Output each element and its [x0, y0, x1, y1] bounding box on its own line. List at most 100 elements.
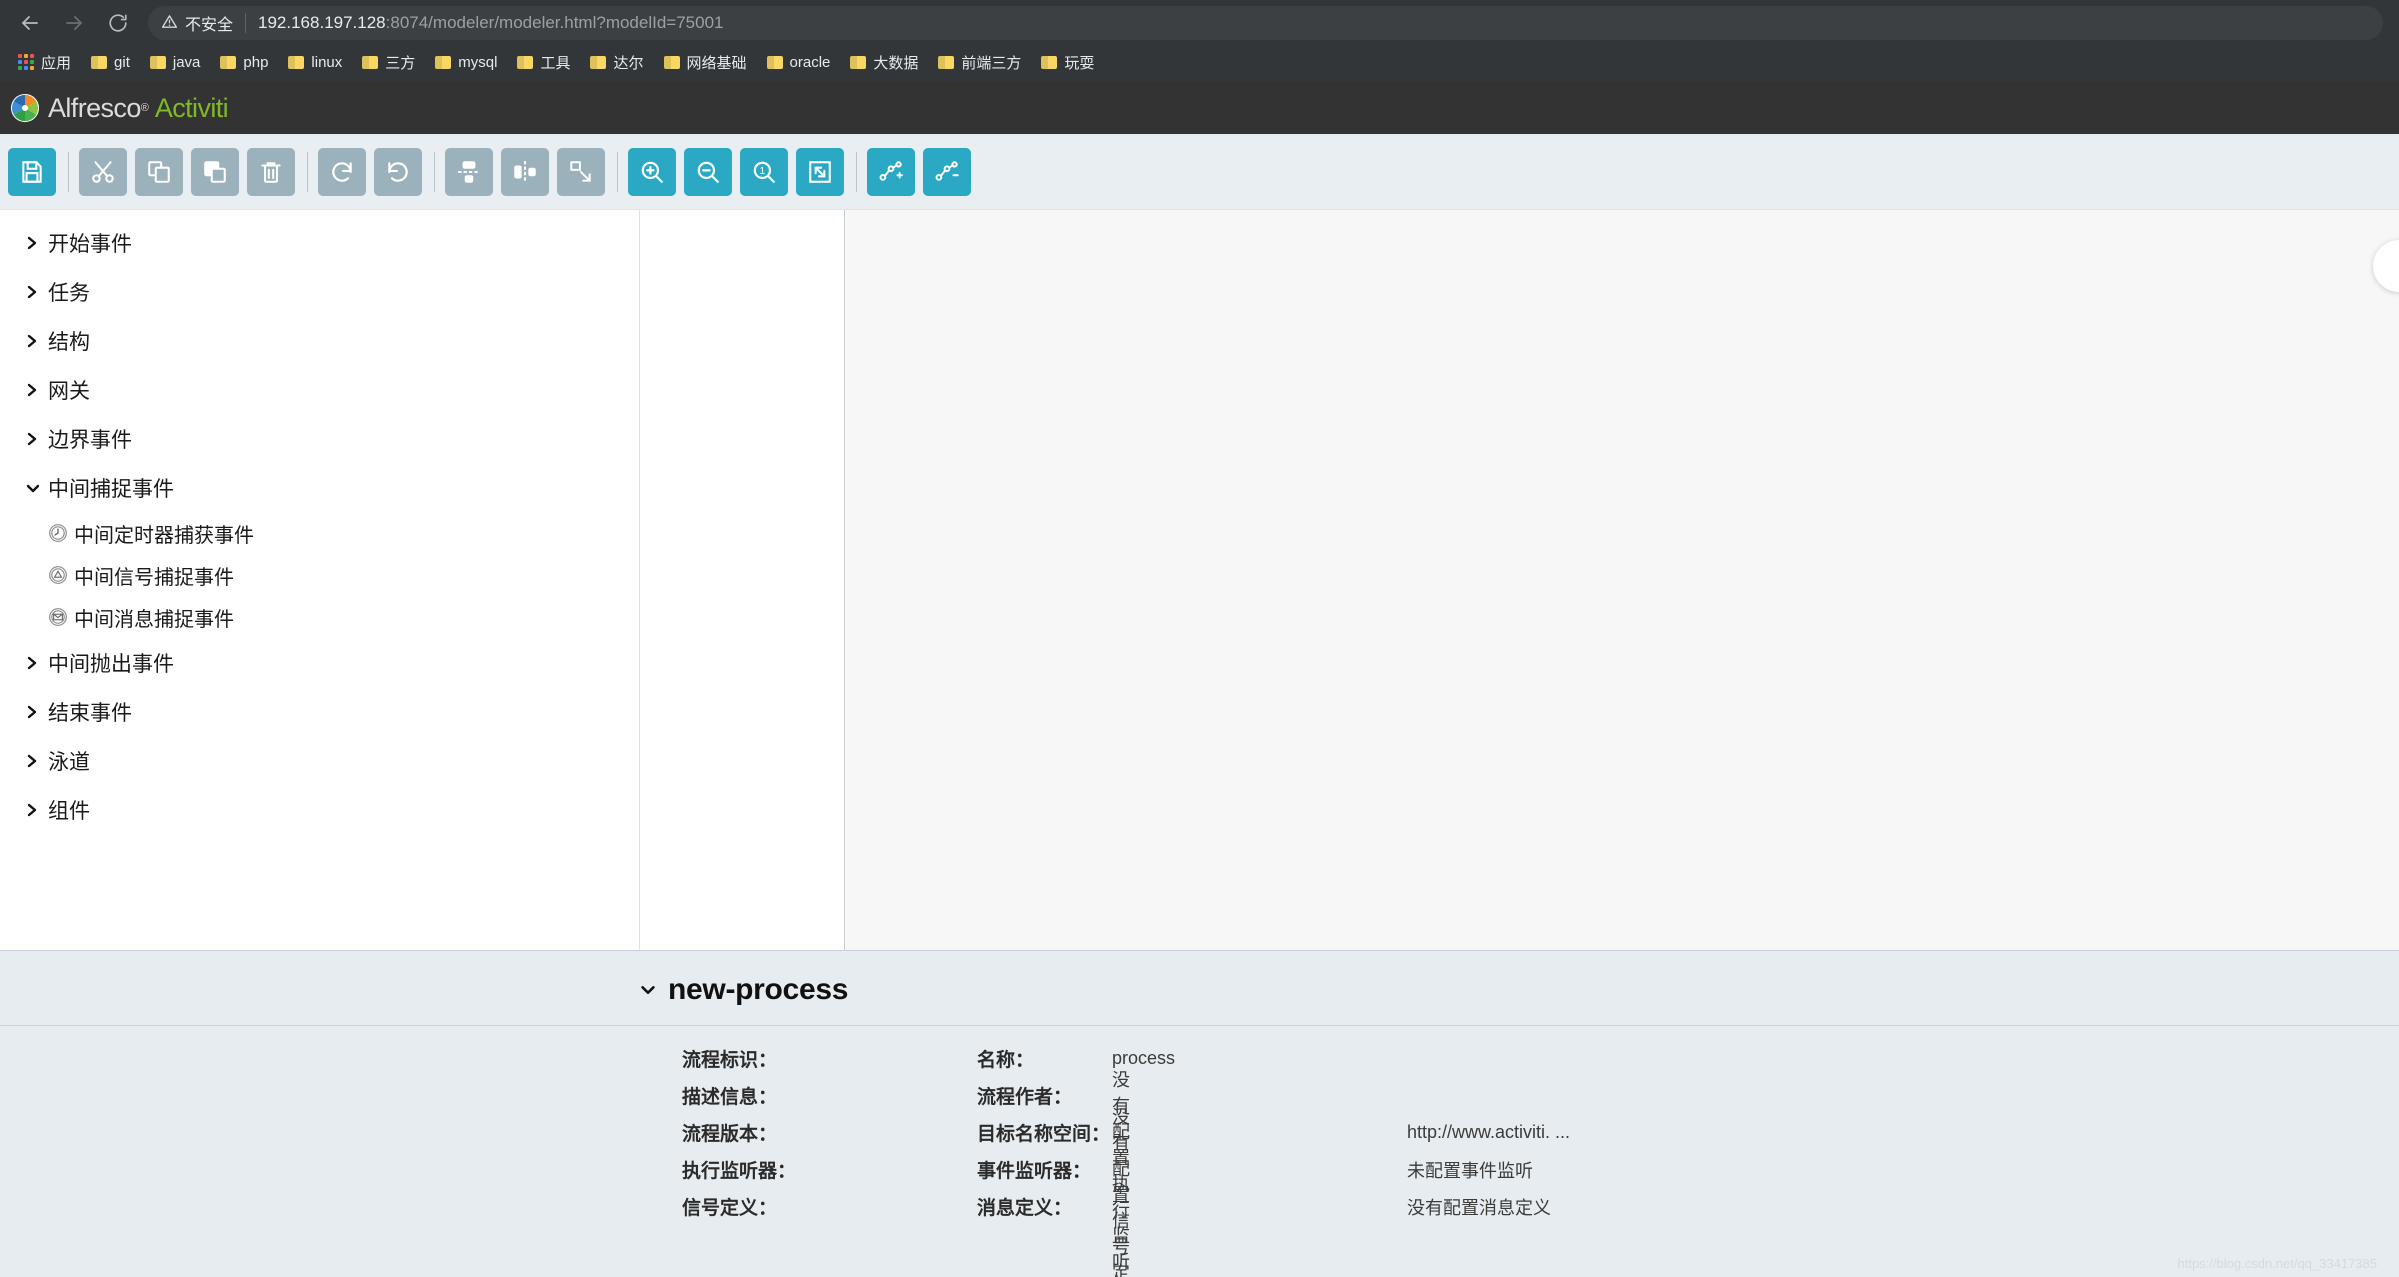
- bookmark-item[interactable]: oracle: [759, 50, 839, 75]
- zoom-out-button[interactable]: [684, 147, 732, 196]
- bookmark-label: oracle: [789, 53, 831, 71]
- workspace: 开始事件 任务 结构 网关 边界事件 中间捕捉事件 中间定时器捕获事件 中间信号…: [0, 210, 2399, 950]
- chevron-right-icon: [26, 334, 48, 348]
- bookmark-item[interactable]: 前端三方: [930, 48, 1029, 77]
- palette-group-tasks[interactable]: 任务: [0, 267, 639, 316]
- property-row: 描述信息：: [682, 1077, 935, 1114]
- paste-button[interactable]: [191, 147, 239, 196]
- bookmark-item[interactable]: linux: [280, 50, 350, 75]
- bookmark-item[interactable]: 三方: [354, 48, 423, 77]
- undo-button[interactable]: [374, 147, 422, 196]
- bookmark-item[interactable]: 达尔: [582, 48, 651, 77]
- bookmark-item[interactable]: java: [142, 50, 209, 75]
- bookmark-item[interactable]: 工具: [509, 48, 578, 77]
- toolbar-divider: [68, 151, 69, 192]
- timer-event-icon: [48, 522, 74, 544]
- toolbar-divider: [434, 151, 435, 192]
- palette-group-boundary-events[interactable]: 边界事件: [0, 414, 639, 463]
- svg-text:1: 1: [760, 166, 765, 177]
- palette-group-start-events[interactable]: 开始事件: [0, 218, 639, 267]
- bookmark-item[interactable]: git: [83, 50, 138, 75]
- save-button[interactable]: [8, 147, 56, 196]
- property-value[interactable]: 未配置事件监听: [1407, 1157, 1533, 1183]
- properties-header[interactable]: new-process: [0, 951, 2399, 1026]
- property-label: 流程作者：: [977, 1087, 1073, 1108]
- property-value[interactable]: 没有配置消息定义: [1407, 1194, 1551, 1220]
- chevron-right-icon: [26, 803, 48, 817]
- bookmark-item[interactable]: 大数据: [842, 48, 926, 77]
- bpmn-canvas[interactable]: [845, 210, 2399, 950]
- folder-icon: [149, 55, 166, 69]
- palette-item-timer-catch-event[interactable]: 中间定时器捕获事件: [0, 512, 639, 554]
- stencil-palette: 开始事件 任务 结构 网关 边界事件 中间捕捉事件 中间定时器捕获事件 中间信号…: [0, 210, 640, 950]
- bookmark-label: mysql: [458, 53, 498, 71]
- delete-button[interactable]: [247, 147, 295, 196]
- cut-button[interactable]: [79, 147, 127, 196]
- canvas-gutter: [640, 210, 845, 950]
- bookmark-label: 前端三方: [961, 54, 1022, 72]
- palette-group-end-events[interactable]: 结束事件: [0, 687, 639, 736]
- alfresco-logo-icon: [10, 93, 40, 123]
- url-text: 192.168.197.128:8074/modeler/modeler.htm…: [258, 13, 723, 33]
- remove-node-button[interactable]: [923, 147, 971, 196]
- palette-group-intermediate-throwing-events[interactable]: 中间抛出事件: [0, 638, 639, 687]
- chevron-right-icon: [26, 236, 48, 250]
- bookmark-label: 大数据: [873, 54, 919, 72]
- zoom-fit-button[interactable]: [796, 147, 844, 196]
- chevron-right-icon: [26, 754, 48, 768]
- bookmarks-bar: 应用 git java php linux 三方 mysql 工具 达尔 网络基…: [0, 46, 2399, 82]
- palette-group-gateways[interactable]: 网关: [0, 365, 639, 414]
- palette-item-signal-catch-event[interactable]: 中间信号捕捉事件: [0, 554, 639, 596]
- palette-group-label: 开始事件: [48, 232, 132, 256]
- chevron-down-icon: [26, 482, 48, 494]
- palette-group-swimlanes[interactable]: 泳道: [0, 736, 639, 785]
- bookmark-apps[interactable]: 应用: [10, 48, 79, 77]
- copy-button[interactable]: [135, 147, 183, 196]
- palette-group-structure[interactable]: 结构: [0, 316, 639, 365]
- folder-icon: [590, 55, 607, 69]
- bookmark-item[interactable]: mysql: [427, 50, 505, 75]
- palette-group-artifacts[interactable]: 组件: [0, 785, 639, 834]
- property-row: 信号定义： 没有配置信号定义: [682, 1107, 1130, 1277]
- align-horizontal-button[interactable]: [501, 147, 549, 196]
- palette-group-label: 组件: [48, 799, 90, 823]
- property-label: 名称：: [977, 1050, 1035, 1071]
- canvas-floating-button[interactable]: [2373, 240, 2399, 292]
- property-value[interactable]: http://www.activiti. ...: [1407, 1122, 1570, 1143]
- toolbar-divider: [856, 151, 857, 192]
- palette-item-label: 中间信号捕捉事件: [74, 566, 234, 589]
- palette-group-label: 中间捕捉事件: [48, 477, 174, 501]
- chevron-right-icon: [26, 432, 48, 446]
- palette-item-message-catch-event[interactable]: 中间消息捕捉事件: [0, 596, 639, 638]
- folder-icon: [517, 55, 534, 69]
- bookmark-item[interactable]: php: [212, 50, 276, 75]
- add-node-button[interactable]: [867, 147, 915, 196]
- address-bar[interactable]: 不安全 192.168.197.128:8074/modeler/modeler…: [148, 6, 2383, 40]
- chevron-right-icon: [26, 285, 48, 299]
- properties-column-right: 名称： 流程作者： 目标名称空间： http://www.activiti. .…: [935, 1040, 2035, 1225]
- browser-nav-bar: 不安全 192.168.197.128:8074/modeler/modeler…: [0, 0, 2399, 46]
- folder-icon: [435, 55, 452, 69]
- palette-item-label: 中间定时器捕获事件: [74, 524, 254, 547]
- folder-icon: [220, 55, 237, 69]
- reload-icon[interactable]: [96, 1, 140, 45]
- zoom-in-button[interactable]: [628, 147, 676, 196]
- folder-icon: [362, 55, 379, 69]
- browser-chrome: 不安全 192.168.197.128:8074/modeler/modeler…: [0, 0, 2399, 82]
- redo-button[interactable]: [318, 147, 366, 196]
- palette-group-label: 中间抛出事件: [48, 652, 174, 676]
- chevron-right-icon: [26, 705, 48, 719]
- bookmark-item[interactable]: 玩耍: [1033, 48, 1102, 77]
- property-label: 事件监听器：: [977, 1161, 1092, 1182]
- same-size-button[interactable]: [557, 147, 605, 196]
- forward-arrow-icon[interactable]: [52, 1, 96, 45]
- zoom-actual-button[interactable]: 1: [740, 147, 788, 196]
- back-arrow-icon[interactable]: [8, 1, 52, 45]
- palette-group-intermediate-catching-events[interactable]: 中间捕捉事件: [0, 463, 639, 512]
- property-label: 目标名称空间：: [977, 1124, 1111, 1145]
- app-header: Alfresco ® Activiti: [0, 82, 2399, 134]
- chevron-down-icon[interactable]: [640, 981, 656, 999]
- property-row: 流程标识： process: [682, 1040, 1175, 1077]
- align-vertical-button[interactable]: [445, 147, 493, 196]
- bookmark-item[interactable]: 网络基础: [656, 48, 755, 77]
